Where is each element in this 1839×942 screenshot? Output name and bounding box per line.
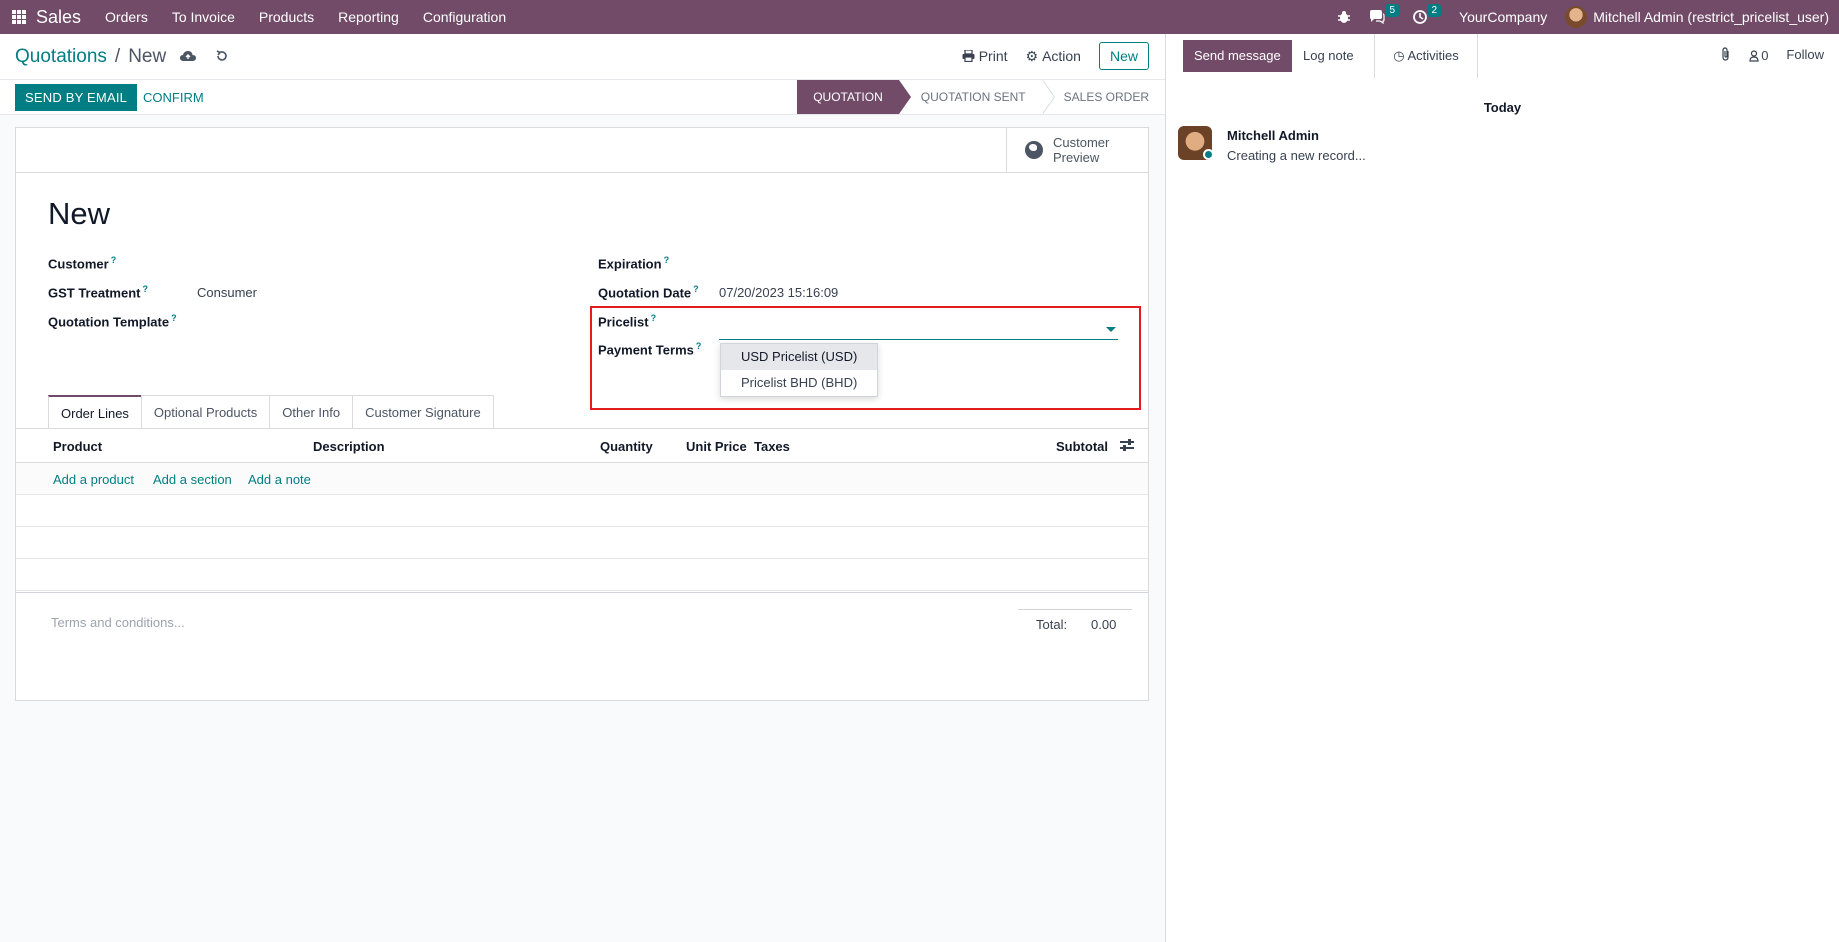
follow-button[interactable]: Follow — [1786, 47, 1824, 64]
user-name: Mitchell Admin (restrict_pricelist_user) — [1593, 9, 1829, 25]
empty-row — [16, 495, 1148, 527]
customer-preview-label: Customer Preview — [1053, 135, 1110, 165]
message-body: Creating a new record... — [1227, 148, 1366, 163]
breadcrumb: Quotations / New — [15, 46, 166, 68]
expiration-label: Expiration? — [598, 255, 670, 272]
empty-row — [16, 527, 1148, 559]
total-divider — [1018, 609, 1132, 610]
col-description[interactable]: Description — [313, 439, 385, 454]
col-subtotal[interactable]: Subtotal — [1056, 439, 1108, 454]
col-product[interactable]: Product — [53, 439, 102, 454]
menu-configuration[interactable]: Configuration — [411, 0, 518, 34]
stage-quotation-sent[interactable]: QUOTATION SENT — [898, 80, 1055, 114]
menu-reporting[interactable]: Reporting — [326, 0, 411, 34]
add-line-row: Add a product Add a section Add a note — [16, 463, 1148, 495]
breadcrumb-current: New — [128, 45, 167, 67]
gear-icon: ⚙ — [1025, 47, 1039, 64]
tab-optional-products[interactable]: Optional Products — [140, 395, 271, 428]
quotation-template-label: Quotation Template? — [48, 313, 177, 330]
tab-order-lines[interactable]: Order Lines — [48, 395, 142, 428]
send-message-button[interactable]: Send message — [1183, 40, 1292, 72]
gst-treatment-label: GST Treatment? — [48, 284, 148, 301]
col-quantity[interactable]: Quantity — [600, 439, 653, 454]
save-cloud-icon[interactable] — [180, 49, 197, 65]
followers-count: 0 — [1761, 48, 1769, 63]
bug-icon[interactable] — [1337, 10, 1351, 24]
menu-to-invoice[interactable]: To Invoice — [160, 0, 247, 34]
control-panel: Quotations / New Print ⚙ Action New — [0, 34, 1165, 80]
print-icon — [962, 50, 975, 62]
paperclip-icon[interactable] — [1721, 47, 1731, 64]
stage-quotation[interactable]: QUOTATION — [797, 80, 911, 114]
user-menu[interactable]: Mitchell Admin (restrict_pricelist_user) — [1565, 6, 1829, 28]
breadcrumb-separator: / — [114, 45, 121, 67]
optional-columns-icon[interactable] — [1120, 439, 1134, 451]
customer-preview-button[interactable]: Customer Preview — [1006, 128, 1148, 172]
online-status-icon — [1203, 149, 1214, 160]
company-switcher[interactable]: YourCompany — [1459, 9, 1547, 25]
apps-grid-icon[interactable] — [12, 10, 26, 24]
app-name[interactable]: Sales — [36, 7, 81, 28]
clock-icon[interactable]: 2 — [1413, 4, 1442, 24]
globe-icon — [1025, 141, 1043, 159]
action-label: Action — [1042, 48, 1081, 64]
add-section-link[interactable]: Add a section — [153, 472, 232, 487]
messages-count-badge: 5 — [1385, 4, 1400, 17]
add-note-link[interactable]: Add a note — [248, 472, 311, 487]
pricelist-option-usd[interactable]: USD Pricelist (USD) — [721, 344, 877, 370]
confirm-button[interactable]: CONFIRM — [143, 84, 204, 111]
date-separator: Today — [1483, 100, 1522, 115]
print-label: Print — [978, 48, 1008, 64]
empty-row — [16, 559, 1148, 591]
col-unit-price[interactable]: Unit Price — [686, 439, 747, 454]
top-navbar: Sales Orders To Invoice Products Reporti… — [0, 0, 1839, 34]
chatter-topbar: Send message Log note ◷ Activities 0 Fol… — [1166, 34, 1839, 80]
quotation-date-field[interactable]: 07/20/2023 15:16:09 — [719, 285, 838, 300]
total-label: Total: — [1036, 617, 1068, 632]
tab-other-info[interactable]: Other Info — [269, 395, 354, 428]
followers-button[interactable]: 0 — [1749, 47, 1768, 64]
col-taxes[interactable]: Taxes — [754, 439, 790, 454]
record-title: New — [48, 196, 111, 231]
chat-icon[interactable]: 5 — [1369, 4, 1400, 24]
user-icon — [1749, 49, 1759, 62]
terms-and-conditions-field[interactable]: Terms and conditions... — [51, 615, 185, 630]
action-button[interactable]: ⚙ Action — [1026, 48, 1081, 65]
user-avatar — [1565, 6, 1588, 28]
add-product-link[interactable]: Add a product — [53, 472, 134, 487]
activities-button[interactable]: ◷ Activities — [1374, 34, 1478, 78]
list-footer-divider — [16, 592, 1148, 593]
new-button[interactable]: New — [1098, 42, 1149, 70]
total-value: 0.00 — [1091, 617, 1117, 632]
activities-label: Activities — [1407, 48, 1459, 63]
print-button[interactable]: Print — [962, 48, 1008, 64]
stage-sales-order[interactable]: SALES ORDER — [1041, 80, 1165, 114]
order-lines-header: Product Description Quantity Unit Price … — [16, 429, 1148, 463]
pricelist-option-bhd[interactable]: Pricelist BHD (BHD) — [721, 370, 877, 396]
send-by-email-button[interactable]: SEND BY EMAIL — [15, 84, 138, 111]
form-sheet: Customer Preview New Customer? GST Treat… — [15, 127, 1149, 701]
stage-pipeline: QUOTATION QUOTATION SENT SALES ORDER — [797, 80, 1165, 114]
discard-undo-icon[interactable] — [216, 49, 228, 65]
gst-treatment-field[interactable]: Consumer — [197, 285, 257, 300]
menu-orders[interactable]: Orders — [93, 0, 160, 34]
smart-button-box: Customer Preview — [16, 128, 1148, 173]
form-statusbar: SEND BY EMAIL CONFIRM QUOTATION QUOTATIO… — [0, 80, 1165, 115]
log-note-button[interactable]: Log note — [1303, 40, 1354, 72]
clock-icon: ◷ — [1393, 48, 1405, 63]
activities-count-badge: 2 — [1427, 4, 1442, 17]
menu-products[interactable]: Products — [247, 0, 326, 34]
customer-label: Customer? — [48, 255, 117, 272]
quotation-date-label: Quotation Date? — [598, 284, 699, 301]
notebook-tabs: Order Lines Optional Products Other Info… — [48, 395, 494, 428]
message-author[interactable]: Mitchell Admin — [1227, 128, 1319, 143]
breadcrumb-quotations[interactable]: Quotations — [15, 46, 107, 68]
tab-customer-signature[interactable]: Customer Signature — [352, 395, 494, 428]
chatter-panel: Send message Log note ◷ Activities 0 Fol… — [1165, 34, 1839, 942]
pricelist-dropdown: USD Pricelist (USD) Pricelist BHD (BHD) — [720, 343, 878, 397]
